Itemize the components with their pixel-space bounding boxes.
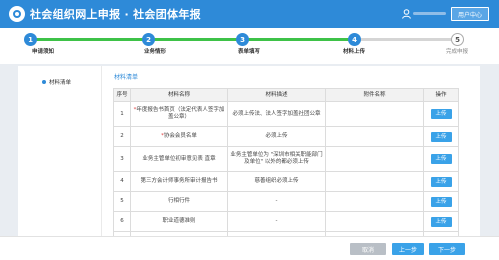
upload-button[interactable]: 上传	[430, 109, 452, 119]
row-attachment	[325, 171, 424, 192]
step-4-circle: 4	[348, 33, 361, 46]
sidebar-item-materials[interactable]: 材料清单	[42, 78, 71, 86]
row-no: 6	[113, 211, 131, 232]
row-desc: 慈善组织必须上传	[227, 171, 326, 192]
section-title: 材料清单	[114, 74, 139, 81]
col-header-desc: 材料描述	[227, 88, 326, 102]
step-5-label: 完成申报	[445, 49, 469, 55]
row-no: 2	[113, 126, 131, 147]
row-desc: 业务主管单位为 "深圳市相关职能部门及单位" 以外的都必须上传	[227, 146, 326, 172]
main-panel: 材料清单 材料清单 序号 材料名称 材料描述 附件名称 操作 1 *年度报告书首…	[18, 66, 480, 260]
row-name: *协会会员名单	[130, 126, 228, 147]
step-1-label: 申请须知	[31, 49, 55, 55]
logo-icon	[9, 6, 25, 22]
row-name: 行相行件	[130, 191, 228, 212]
row-action: 上传	[423, 191, 459, 212]
step-connector	[242, 38, 350, 41]
step-connector	[30, 38, 148, 41]
row-attachment	[325, 211, 424, 232]
page-title: 社会组织网上申报 · 社会团体年报	[30, 8, 201, 21]
step-connector	[148, 38, 242, 41]
row-action: 上传	[423, 126, 459, 147]
step-5-circle: 5	[451, 33, 464, 46]
sidebar: 材料清单	[18, 66, 102, 260]
upload-button[interactable]: 上传	[430, 131, 452, 142]
step-2-circle: 2	[142, 33, 155, 46]
row-desc: 必须上传	[227, 126, 326, 147]
col-header-no: 序号	[113, 88, 131, 102]
step-connector	[360, 38, 456, 41]
next-step-button[interactable]: 下一步	[429, 243, 465, 255]
table-header-row: 序号 材料名称 材料描述 附件名称 操作	[113, 88, 459, 102]
step-1-circle: 1	[24, 33, 37, 46]
row-action: 上传	[423, 146, 459, 172]
row-action: 上传	[423, 101, 459, 127]
col-header-action: 操作	[423, 88, 459, 102]
step-3-label: 表单填写	[237, 49, 261, 55]
table-row: 6 职业道德准则 - 上传	[113, 211, 459, 232]
table-row: 4 第三方会计师事务所审计报告书 慈善组织必须上传 上传	[113, 171, 459, 192]
user-icon	[402, 9, 411, 19]
upload-button[interactable]: 上传	[430, 216, 452, 227]
row-name: 职业道德准则	[130, 211, 228, 232]
app-header: 社会组织网上申报 · 社会团体年报 用户中心	[0, 0, 499, 28]
row-name: *年度报告书首页（法定代表人签字加盖公章）	[130, 101, 228, 127]
row-no: 4	[113, 171, 131, 192]
row-name: 第三方会计师事务所审计报告书	[130, 171, 228, 192]
bullet-icon	[42, 80, 46, 84]
row-desc: -	[227, 211, 326, 232]
row-action: 上传	[423, 171, 459, 192]
col-header-attachment: 附件名称	[325, 88, 424, 102]
row-attachment	[325, 126, 424, 147]
upload-button[interactable]: 上传	[430, 154, 452, 164]
table-row: 5 行相行件 - 上传	[113, 191, 459, 212]
row-attachment	[325, 146, 424, 172]
step-3-circle: 3	[236, 33, 249, 46]
user-center-button[interactable]: 用户中心	[451, 7, 489, 21]
row-action: 上传	[423, 211, 459, 232]
row-attachment	[325, 191, 424, 212]
row-no: 3	[113, 146, 131, 172]
row-desc: -	[227, 191, 326, 212]
progress-steps: 1 2 3 4 5 申请须知 业务情形 表单填写 材料上传 完成申报	[0, 28, 499, 64]
row-no: 1	[113, 101, 131, 127]
step-2-label: 业务情形	[143, 49, 167, 55]
row-desc: 必须上传法、法人签字加盖社团公章	[227, 101, 326, 127]
materials-table: 序号 材料名称 材料描述 附件名称 操作 1 *年度报告书首页（法定代表人签字加…	[113, 88, 459, 246]
footer-bar	[0, 236, 499, 260]
table-row: 2 *协会会员名单 必须上传 上传	[113, 126, 459, 147]
sidebar-item-label: 材料清单	[49, 80, 72, 86]
cancel-button[interactable]: 取消	[350, 243, 386, 255]
table-row: 3 业务主管单位初审意见表 直章 业务主管单位为 "深圳市相关职能部门及单位" …	[113, 146, 459, 172]
upload-button[interactable]: 上传	[430, 196, 452, 207]
row-name: 业务主管单位初审意见表 直章	[130, 146, 228, 172]
table-row: 1 *年度报告书首页（法定代表人签字加盖公章） 必须上传法、法人签字加盖社团公章…	[113, 101, 459, 127]
user-name-masked	[413, 12, 446, 15]
row-attachment	[325, 101, 424, 127]
previous-step-button[interactable]: 上一步	[392, 243, 424, 255]
upload-button[interactable]: 上传	[430, 176, 452, 187]
col-header-name: 材料名称	[130, 88, 228, 102]
step-4-label: 材料上传	[342, 49, 366, 55]
row-no: 5	[113, 191, 131, 212]
